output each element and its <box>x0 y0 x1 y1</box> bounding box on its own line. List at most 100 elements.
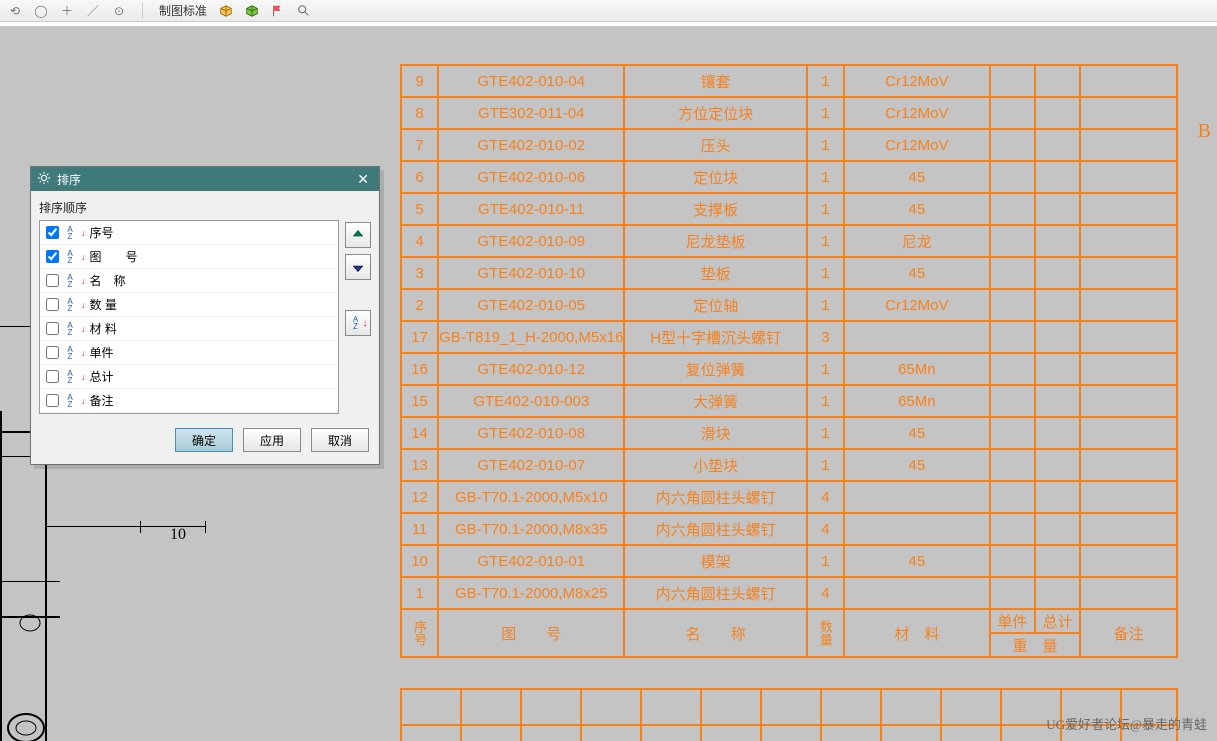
cell <box>1080 289 1177 321</box>
watermark: UG爱好者论坛@暴走的青蛙 <box>1046 714 1207 733</box>
sort-checkbox[interactable] <box>46 394 59 407</box>
down-arrow-icon: ↓ <box>81 252 86 262</box>
cell-num: 1 <box>401 577 438 609</box>
cell-num: 16 <box>401 353 438 385</box>
sort-item[interactable]: AZ↓序号 <box>40 221 338 245</box>
cell <box>1035 321 1080 353</box>
cell-mat <box>844 577 990 609</box>
cell-qty: 1 <box>807 193 844 225</box>
apply-button[interactable]: 应用 <box>243 428 301 452</box>
cell-code: GTE402-010-05 <box>438 289 624 321</box>
cell <box>1080 65 1177 97</box>
sort-item[interactable]: AZ↓数 量 <box>40 293 338 317</box>
cell-mat: 45 <box>844 161 990 193</box>
cell <box>990 513 1035 545</box>
table-row: 5GTE402-010-11支撑板145 <box>401 193 1177 225</box>
sort-item[interactable]: AZ↓图 号 <box>40 245 338 269</box>
cell <box>1035 449 1080 481</box>
tool-icon[interactable]: ＋ <box>60 4 74 18</box>
sort-az-button[interactable]: AZ↓ <box>345 310 371 336</box>
drawing-canvas[interactable]: 10 排序 ✕ 排序顺序 AZ↓序号AZ↓图 号AZ↓名 称AZ↓数 量AZ↓材… <box>0 22 1217 741</box>
tool-icon[interactable]: ／ <box>86 4 100 18</box>
cube-icon[interactable] <box>219 4 233 18</box>
tool-icon[interactable]: ◯ <box>34 4 48 18</box>
cell-qty: 1 <box>807 353 844 385</box>
cell-qty: 1 <box>807 97 844 129</box>
cell <box>1080 385 1177 417</box>
cell <box>1035 65 1080 97</box>
cell-qty: 1 <box>807 417 844 449</box>
down-arrow-icon: ↓ <box>81 324 86 334</box>
sort-item[interactable]: AZ↓总计 <box>40 365 338 389</box>
sort-checkbox[interactable] <box>46 226 59 239</box>
flag-icon[interactable] <box>271 4 285 18</box>
sort-checkbox[interactable] <box>46 322 59 335</box>
top-toolbar: ⟲ ◯ ＋ ／ ⊙ 制图标准 <box>0 0 1217 22</box>
cell-code: GB-T70.1-2000,M8x35 <box>438 513 624 545</box>
cell-mat: 65Mn <box>844 385 990 417</box>
table-row: 13GTE402-010-07小垫块145 <box>401 449 1177 481</box>
sort-item[interactable]: AZ↓备注 <box>40 389 338 413</box>
cell-code: GB-T70.1-2000,M8x25 <box>438 577 624 609</box>
cell-mat: Cr12MoV <box>844 97 990 129</box>
cell <box>1080 97 1177 129</box>
table-row: 7GTE402-010-02压头1Cr12MoV <box>401 129 1177 161</box>
cell <box>1080 417 1177 449</box>
sort-checkbox[interactable] <box>46 250 59 263</box>
search-icon[interactable] <box>297 4 311 18</box>
cell-mat: Cr12MoV <box>844 289 990 321</box>
sort-item[interactable]: AZ↓名 称 <box>40 269 338 293</box>
sort-checkbox[interactable] <box>46 298 59 311</box>
table-row: 14GTE402-010-08滑块145 <box>401 417 1177 449</box>
az-icon: AZ <box>63 226 77 240</box>
cell-qty: 4 <box>807 577 844 609</box>
cell <box>1035 353 1080 385</box>
sort-checkbox[interactable] <box>46 370 59 383</box>
down-arrow-icon: ↓ <box>81 348 86 358</box>
cell <box>1080 225 1177 257</box>
cell <box>990 129 1035 161</box>
sort-item[interactable]: AZ ↓ 材 料 <box>40 317 338 341</box>
ok-button[interactable]: 确定 <box>175 428 233 452</box>
cell-name: 内六角圆柱头螺钉 <box>624 481 806 513</box>
table-row: 2GTE402-010-05定位轴1Cr12MoV <box>401 289 1177 321</box>
sort-checkbox[interactable] <box>46 346 59 359</box>
cell <box>1080 481 1177 513</box>
cell-name: 大弹簧 <box>624 385 806 417</box>
sort-checkbox[interactable] <box>46 274 59 287</box>
cell-num: 6 <box>401 161 438 193</box>
cell-mat: 45 <box>844 449 990 481</box>
cell-num: 11 <box>401 513 438 545</box>
cell <box>990 321 1035 353</box>
cell <box>1080 161 1177 193</box>
table-row: 11GB-T70.1-2000,M8x35内六角圆柱头螺钉4 <box>401 513 1177 545</box>
cell <box>1035 161 1080 193</box>
cell <box>990 65 1035 97</box>
cancel-button[interactable]: 取消 <box>311 428 369 452</box>
sort-list[interactable]: AZ↓序号AZ↓图 号AZ↓名 称AZ↓数 量AZ↓材 料AZ↓单件AZ↓总计A… <box>39 220 339 414</box>
tool-icon[interactable]: ⟲ <box>8 4 22 18</box>
move-up-button[interactable] <box>345 222 371 248</box>
tool-icon[interactable]: ⊙ <box>112 4 126 18</box>
az-icon: AZ <box>63 346 77 360</box>
cell <box>1080 321 1177 353</box>
cell <box>990 257 1035 289</box>
col-header: 序号 <box>401 609 438 657</box>
sort-item-label: 材 料 <box>90 320 117 337</box>
cell-name: 滑块 <box>624 417 806 449</box>
sort-dialog: 排序 ✕ 排序顺序 AZ↓序号AZ↓图 号AZ↓名 称AZ↓数 量AZ↓材 料A… <box>30 166 380 465</box>
sort-item[interactable]: AZ↓单件 <box>40 341 338 365</box>
sort-item-label: 图 号 <box>90 248 138 265</box>
az-icon: AZ <box>63 322 77 336</box>
cell-num: 12 <box>401 481 438 513</box>
down-arrow-icon: ↓ <box>81 300 86 310</box>
cell-num: 2 <box>401 289 438 321</box>
cell-mat <box>844 513 990 545</box>
move-down-button[interactable] <box>345 254 371 280</box>
table-row: 15GTE402-010-003大弹簧165Mn <box>401 385 1177 417</box>
down-arrow-icon: ↓ <box>81 396 86 406</box>
table-row: 17GB-T819_1_H-2000,M5x16H型十字槽沉头螺钉3 <box>401 321 1177 353</box>
cube-icon[interactable] <box>245 4 259 18</box>
dialog-titlebar[interactable]: 排序 ✕ <box>31 167 379 191</box>
close-icon[interactable]: ✕ <box>353 171 373 188</box>
